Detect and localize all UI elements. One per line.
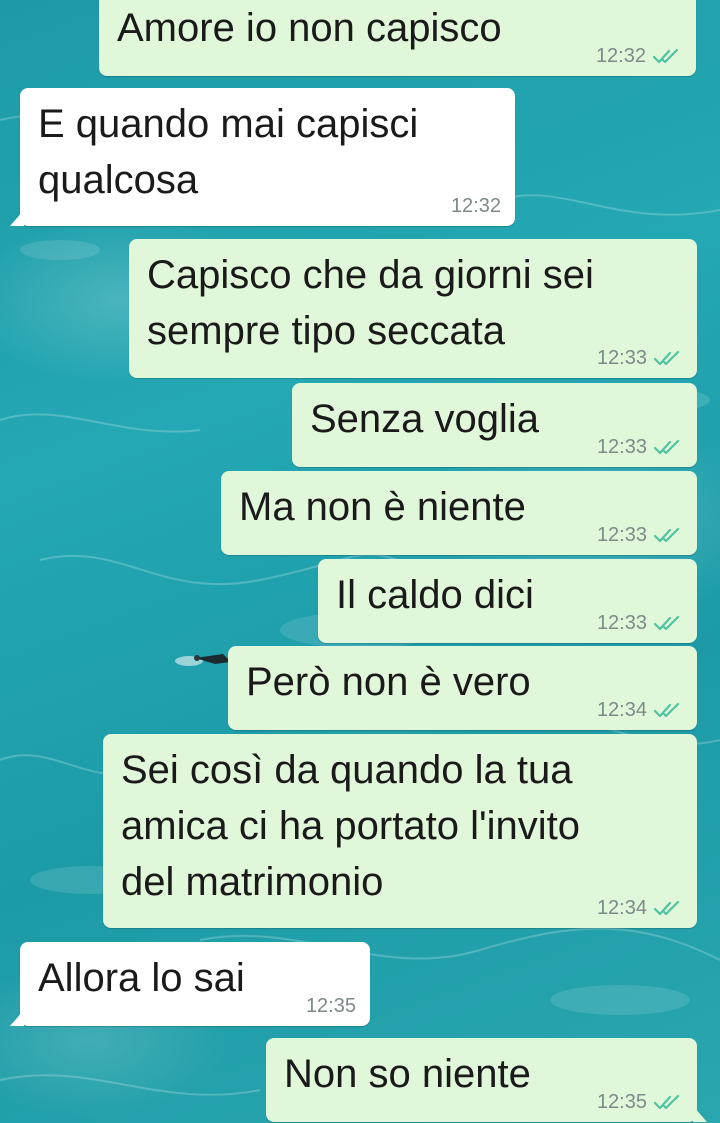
message-text: Capisco che da giorni sei sempre tipo se… [147,253,594,353]
double-check-icon [653,615,680,631]
message-time: 12:35 [596,1091,647,1113]
message-time: 12:33 [596,436,647,458]
message-time: 12:35 [305,995,356,1017]
message-bubble-outgoing[interactable]: Amore io non capisco 12:32 [99,0,696,76]
message-text: Non so niente [284,1052,531,1096]
message-meta: 12:34 [597,896,683,920]
message-text: Senza voglia [310,397,540,441]
surfer-figure [175,654,231,666]
message-bubble-incoming[interactable]: Allora lo sai 12:35 [10,942,370,1026]
message-meta: 12:33 [597,435,683,459]
message-text: Però non è vero [246,660,531,704]
message-time: 12:33 [596,612,647,634]
message-time: 12:32 [450,195,501,217]
message-bubble-outgoing[interactable]: Senza voglia 12:33 [292,383,697,467]
message-time: 12:33 [596,524,647,546]
message-bubble-outgoing[interactable]: Ma non è niente 12:33 [221,471,697,555]
message-meta: 12:32 [596,44,682,68]
message-text: Amore io non capisco [117,6,502,50]
double-check-icon [653,439,680,455]
message-time: 12:34 [596,699,647,721]
message-time: 12:33 [596,347,647,369]
message-meta: 12:34 [597,698,683,722]
message-bubble-outgoing[interactable]: Sei così da quando la tua amica ci ha po… [103,734,697,928]
message-text: Ma non è niente [239,485,526,529]
message-text: Allora lo sai [38,956,245,1000]
bubble-tail [10,1010,24,1026]
message-text: Il caldo dici [336,573,534,617]
message-meta: 12:33 [597,523,683,547]
message-bubble-outgoing[interactable]: Però non è vero 12:34 [228,646,697,730]
message-text: Sei così da quando la tua amica ci ha po… [121,748,580,904]
message-meta: 12:35 [306,994,356,1018]
message-time: 12:32 [595,45,646,67]
double-check-icon [653,350,680,366]
message-text: E quando mai capisci qualcosa [38,102,419,202]
message-meta: 12:32 [451,194,501,218]
message-bubble-outgoing[interactable]: Capisco che da giorni sei sempre tipo se… [129,239,697,378]
message-meta: 12:33 [597,611,683,635]
double-check-icon [653,702,680,718]
double-check-icon [653,527,680,543]
message-bubble-incoming[interactable]: E quando mai capisci qualcosa 12:32 [10,88,515,226]
bubble-tail [10,210,24,226]
message-meta: 12:33 [597,346,683,370]
double-check-icon [653,1094,680,1110]
message-time: 12:34 [596,897,647,919]
message-bubble-outgoing[interactable]: Non so niente 12:35 [266,1038,707,1122]
message-bubble-outgoing[interactable]: Il caldo dici 12:33 [318,559,697,643]
message-meta: 12:35 [597,1090,683,1114]
double-check-icon [652,48,679,64]
double-check-icon [653,900,680,916]
bubble-tail [693,1106,707,1122]
